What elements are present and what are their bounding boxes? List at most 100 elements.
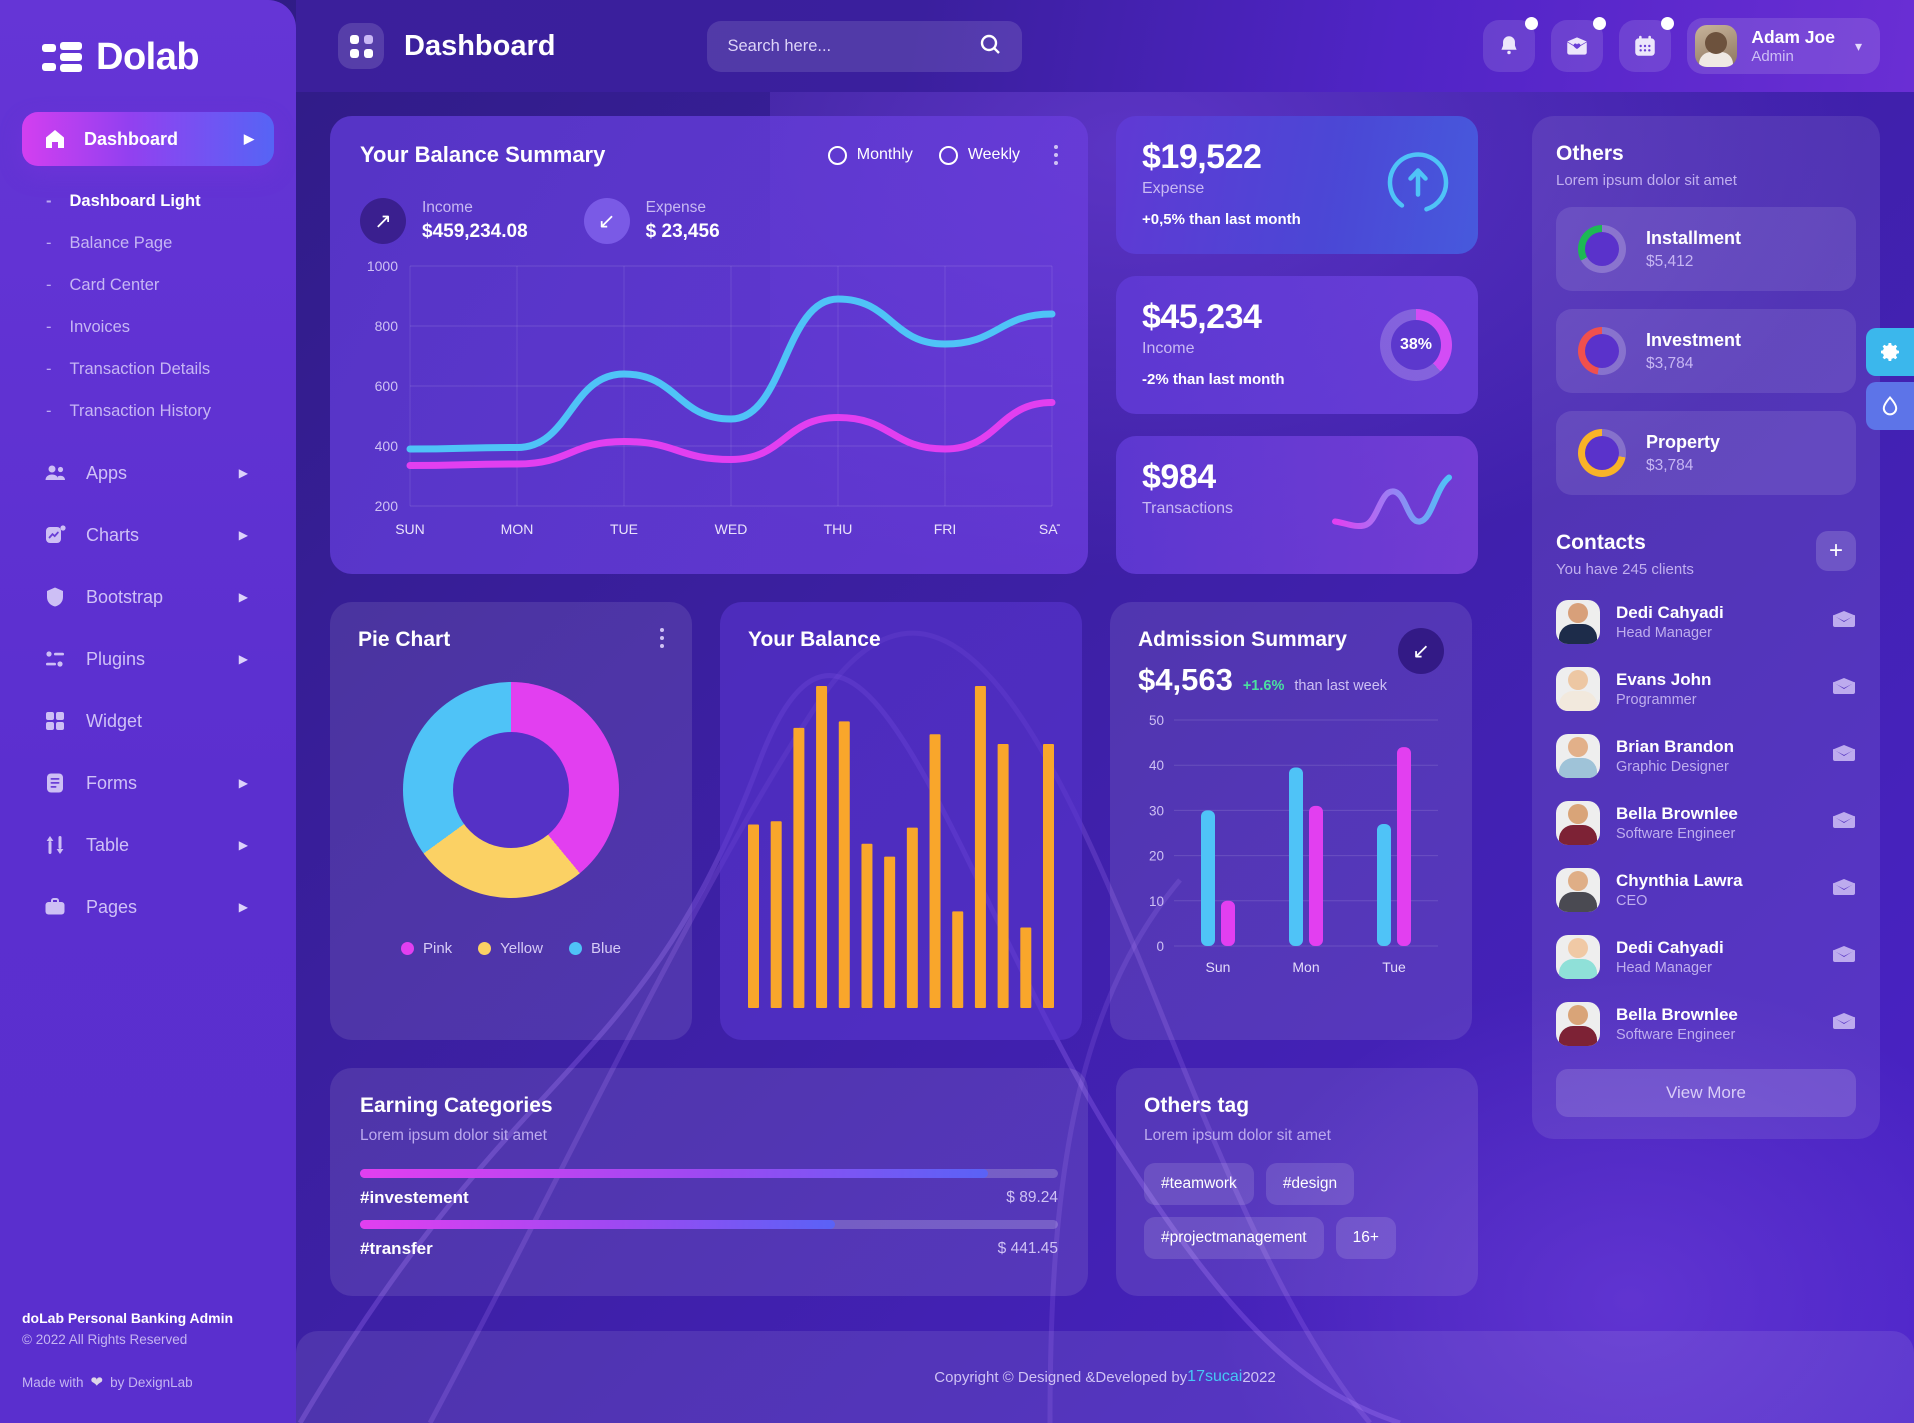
- contact-row[interactable]: Bella Brownlee Software Engineer: [1556, 990, 1856, 1057]
- search-icon[interactable]: [978, 32, 1002, 61]
- user-menu[interactable]: Adam Joe Admin ▾: [1687, 18, 1880, 74]
- sidebar-subitem-invoices[interactable]: - Invoices: [22, 306, 274, 348]
- calendar-button[interactable]: [1619, 17, 1675, 72]
- svg-text:Sun: Sun: [1206, 959, 1231, 975]
- envelope-icon[interactable]: [1832, 878, 1856, 901]
- sidebar-item-dashboard[interactable]: Dashboard ▶: [22, 112, 274, 166]
- search-box[interactable]: [707, 20, 1023, 72]
- sidebar-subitem-card-center[interactable]: - Card Center: [22, 264, 274, 306]
- sidebar-item-widget[interactable]: Widget: [22, 690, 274, 752]
- sidebar-subitem-label: Dashboard Light: [69, 191, 201, 210]
- chart-icon: [42, 522, 68, 548]
- others-item-investment[interactable]: Investment $3,784: [1556, 309, 1856, 393]
- envelope-icon[interactable]: [1832, 610, 1856, 633]
- svg-text:SUN: SUN: [395, 521, 425, 537]
- tag-chip[interactable]: #teamwork: [1144, 1163, 1254, 1205]
- chevron-right-icon: ▶: [238, 528, 248, 542]
- sidebar-item-forms[interactable]: Forms ▶: [22, 752, 274, 814]
- envelope-icon[interactable]: [1832, 1012, 1856, 1035]
- donut-progress: 38%: [1380, 309, 1452, 381]
- settings-button[interactable]: [1866, 328, 1914, 376]
- contact-role: CEO: [1616, 892, 1648, 909]
- sidebar-subitem-balance-page[interactable]: - Balance Page: [22, 222, 274, 264]
- radio-weekly[interactable]: Weekly: [938, 145, 1020, 165]
- envelope-icon[interactable]: [1832, 677, 1856, 700]
- sidebar-item-label: Widget: [86, 710, 143, 731]
- radio-weekly-label: Weekly: [967, 146, 1020, 163]
- grid-icon[interactable]: [338, 23, 384, 69]
- contact-row[interactable]: Chynthia Lawra CEO: [1556, 856, 1856, 923]
- brand-logo[interactable]: Dolab: [0, 0, 296, 92]
- contact-role: Graphic Designer: [1616, 758, 1729, 775]
- made-with-label: Made with: [22, 1374, 84, 1390]
- pie-legend: Pink Yellow Blue: [358, 940, 664, 957]
- legend-item-yellow: Yellow: [478, 940, 543, 957]
- sidebar-item-charts[interactable]: Charts ▶: [22, 504, 274, 566]
- balance-line-chart: 200 400 600 800 1000 SUN MON TUE WED THU FRI SAT: [367, 258, 1066, 537]
- envelope-icon[interactable]: [1832, 744, 1856, 767]
- contact-row[interactable]: Bella Brownlee Software Engineer: [1556, 789, 1856, 856]
- contact-row[interactable]: Dedi Cahyadi Head Manager: [1556, 923, 1856, 990]
- contact-row[interactable]: Brian Brandon Graphic Designer: [1556, 722, 1856, 789]
- admission-bar-chart: 0 10 20 30 40 50 Sun Mon Tue: [1149, 713, 1438, 975]
- tags-subtitle: Lorem ipsum dolor sit amet: [1144, 1127, 1331, 1144]
- chevron-down-icon[interactable]: ▾: [1855, 38, 1862, 55]
- sidebar-nav: Dashboard ▶ - Dashboard Light - Balance …: [0, 92, 296, 938]
- svg-text:SAT: SAT: [1039, 521, 1060, 537]
- contact-role: Software Engineer: [1616, 825, 1736, 842]
- contact-row[interactable]: Evans John Programmer: [1556, 655, 1856, 722]
- sidebar-footer-title: doLab Personal Banking Admin: [22, 1310, 234, 1326]
- contact-role: Head Manager: [1616, 624, 1712, 641]
- tag-chip[interactable]: #projectmanagement: [1144, 1217, 1324, 1259]
- sidebar-item-table[interactable]: Table ▶: [22, 814, 274, 876]
- sidebar-footer-credit: Made with ❤ by DexignLab: [22, 1373, 233, 1391]
- earning-categories-card: Earning Categories Lorem ipsum dolor sit…: [330, 1068, 1088, 1296]
- progress-fill: [360, 1220, 835, 1229]
- add-contact-button[interactable]: +: [1816, 531, 1856, 571]
- tag-chip[interactable]: #design: [1265, 1163, 1355, 1205]
- search-input[interactable]: [727, 36, 979, 56]
- kebab-menu-icon[interactable]: [1054, 145, 1058, 165]
- tag-chip[interactable]: 16+: [1335, 1217, 1396, 1259]
- contact-row[interactable]: Dedi Cahyadi Head Manager: [1556, 588, 1856, 655]
- grid-icon: [42, 708, 68, 734]
- svg-text:Mon: Mon: [1292, 959, 1319, 975]
- contacts-title: Contacts: [1556, 531, 1646, 554]
- theme-color-button[interactable]: [1866, 382, 1914, 430]
- footer-link[interactable]: 17sucai: [1187, 1368, 1242, 1386]
- view-more-button[interactable]: View More: [1556, 1069, 1856, 1117]
- others-item-installment[interactable]: Installment $5,412: [1556, 207, 1856, 291]
- arrow-down-left-icon[interactable]: ↙: [1398, 628, 1444, 674]
- expense-stat: ↙ Expense $ 23,456: [583, 198, 720, 244]
- messages-button[interactable]: [1551, 17, 1607, 72]
- sidebar-subitem-transaction-details[interactable]: - Transaction Details: [22, 348, 274, 390]
- sidebar-item-plugins[interactable]: Plugins ▶: [22, 628, 274, 690]
- sidebar-subitem-transaction-history[interactable]: - Transaction History: [22, 390, 274, 432]
- main-content: Your Balance Summary Monthly Weekly ↗ In…: [296, 92, 1914, 1423]
- envelope-icon[interactable]: [1832, 945, 1856, 968]
- sidebar-subitem-dashboard-light[interactable]: - Dashboard Light: [22, 180, 274, 222]
- sidebar-item-apps[interactable]: Apps ▶: [22, 442, 274, 504]
- contact-name: Bella Brownlee: [1616, 1004, 1738, 1024]
- others-item-property[interactable]: Property $3,784: [1556, 411, 1856, 495]
- arrow-down-left-icon: ↙: [583, 198, 630, 244]
- sliders-icon: [42, 646, 68, 672]
- kebab-menu-icon[interactable]: [660, 628, 664, 648]
- notifications-button[interactable]: [1483, 17, 1539, 72]
- avatar: [1556, 1001, 1600, 1046]
- earning-subtitle: Lorem ipsum dolor sit amet: [360, 1127, 547, 1144]
- contacts-list: Dedi Cahyadi Head Manager Evans John Pro…: [1556, 588, 1856, 1057]
- sidebar: Dolab Dashboard ▶ - Dashboard Light - Ba…: [0, 0, 296, 1423]
- contact-role: Programmer: [1616, 691, 1697, 708]
- others-item-name: Installment: [1646, 227, 1742, 248]
- sidebar-item-bootstrap[interactable]: Bootstrap ▶: [22, 566, 274, 628]
- chevron-right-icon: ▶: [244, 131, 254, 146]
- sort-icon: [42, 832, 68, 858]
- radio-monthly[interactable]: Monthly: [827, 145, 913, 165]
- svg-text:600: 600: [375, 378, 399, 394]
- envelope-icon[interactable]: [1832, 811, 1856, 834]
- contact-name: Chynthia Lawra: [1616, 870, 1743, 890]
- sidebar-item-pages[interactable]: Pages ▶: [22, 876, 274, 938]
- avatar: [1556, 800, 1600, 845]
- balance-summary-card: Your Balance Summary Monthly Weekly ↗ In…: [330, 116, 1088, 574]
